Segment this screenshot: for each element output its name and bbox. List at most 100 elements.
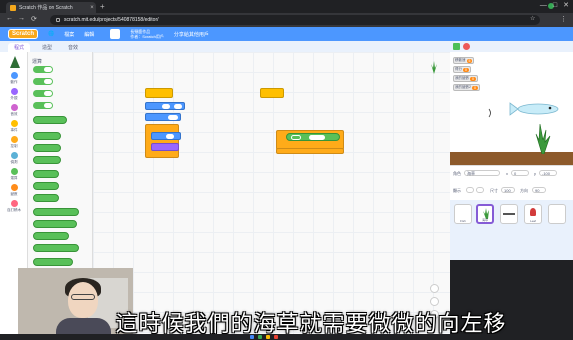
- sprite-tile-name: 海草: [481, 218, 488, 222]
- palette-block[interactable]: [33, 182, 59, 190]
- size-label: 尺寸: [490, 188, 498, 193]
- line-thumb-icon: [503, 213, 515, 215]
- hide-toggle[interactable]: [476, 187, 484, 193]
- category-my-blocks[interactable]: 自訂積木: [0, 200, 28, 213]
- sprite-tile-selected[interactable]: 海草: [476, 204, 494, 224]
- sprite-tile[interactable]: [548, 204, 566, 224]
- y-input[interactable]: -100: [539, 170, 557, 176]
- motion-block[interactable]: [145, 102, 185, 110]
- tab-code[interactable]: 程式: [8, 43, 31, 52]
- motion-block[interactable]: [151, 132, 181, 140]
- operator-block[interactable]: [286, 133, 340, 141]
- palette-block[interactable]: [33, 232, 69, 240]
- sound-dot-icon: [10, 104, 18, 111]
- zoom-out-icon[interactable]: [430, 297, 439, 306]
- x-input[interactable]: 0: [511, 170, 529, 176]
- url-text: scratch.mit.edu/projects/540878158/edito…: [64, 17, 159, 23]
- category-looks[interactable]: 外觀: [0, 88, 28, 101]
- palette-block[interactable]: [33, 170, 59, 178]
- close-tab-icon[interactable]: ×: [88, 5, 96, 11]
- stage[interactable]: 移動速 5 得分 0 我的變數 0 我的變數2 0: [450, 52, 573, 165]
- direction-input[interactable]: 90: [532, 187, 546, 193]
- palette-block[interactable]: [33, 78, 53, 85]
- maximize-button[interactable]: □: [553, 1, 557, 11]
- sprite-thumbnail-icon: [428, 60, 440, 74]
- bookmark-star-icon[interactable]: ☆: [530, 15, 535, 22]
- category-sensing[interactable]: 偵測: [0, 152, 28, 165]
- sprite-tile[interactable]: Leaf: [524, 204, 542, 224]
- palette-block[interactable]: [33, 244, 79, 252]
- code-workspace[interactable]: [93, 52, 450, 340]
- new-tab-button[interactable]: +: [100, 2, 105, 12]
- palette-block[interactable]: [33, 156, 61, 164]
- stop-icon[interactable]: [463, 43, 470, 50]
- block-input: [44, 91, 52, 96]
- edit-menu[interactable]: 編輯: [84, 31, 94, 38]
- motion-block[interactable]: [145, 113, 181, 121]
- taskbar-app-icon[interactable]: [250, 335, 254, 339]
- minimize-button[interactable]: —: [540, 1, 547, 11]
- category-control[interactable]: 控制: [0, 136, 28, 149]
- palette-block[interactable]: [33, 144, 61, 152]
- palette-block[interactable]: [33, 208, 79, 216]
- file-menu[interactable]: 檔案: [64, 31, 74, 38]
- control-dot-icon: [10, 136, 18, 143]
- tab-title: Scratch 作品 on Scratch: [19, 5, 73, 11]
- category-label: 動作: [10, 80, 18, 84]
- sprite-list: Fish 海草 Leaf: [450, 200, 573, 260]
- green-flag-icon[interactable]: [453, 43, 460, 50]
- palette-block[interactable]: [33, 116, 67, 124]
- sprite-label: 角色: [453, 171, 461, 176]
- palette-block[interactable]: [33, 258, 73, 266]
- forever-block[interactable]: [145, 124, 179, 158]
- category-motion[interactable]: 動作: [0, 72, 28, 85]
- tab-costumes[interactable]: 造型: [36, 43, 58, 52]
- category-label: 運算: [10, 176, 18, 180]
- palette-block[interactable]: [33, 90, 53, 97]
- looks-block[interactable]: [151, 143, 179, 151]
- language-menu[interactable]: 🌐: [48, 31, 54, 37]
- seaweed-sprite-icon: [535, 123, 551, 154]
- category-variables[interactable]: 變數: [0, 184, 28, 197]
- scratch-logo[interactable]: Scratch: [8, 29, 39, 39]
- size-input[interactable]: 100: [501, 187, 515, 193]
- variable-name: 我的變數: [455, 76, 469, 80]
- category-label: 事件: [10, 128, 18, 132]
- taskbar-app-icon[interactable]: [266, 335, 270, 339]
- block-input: [44, 103, 52, 108]
- block-input: [174, 104, 182, 109]
- x-label: x: [506, 171, 508, 176]
- palette-block[interactable]: [33, 132, 61, 140]
- taskbar-app-icon[interactable]: [274, 335, 278, 339]
- palette-block[interactable]: [33, 102, 53, 109]
- event-hat-block[interactable]: [260, 88, 284, 98]
- sprite-name-input[interactable]: 海草: [464, 170, 500, 176]
- back-button[interactable]: ←: [6, 15, 13, 22]
- palette-block[interactable]: [33, 194, 59, 202]
- category-sound[interactable]: 音效: [0, 104, 28, 117]
- category-operators[interactable]: 運算: [0, 168, 28, 181]
- category-events[interactable]: 事件: [0, 120, 28, 133]
- show-toggle[interactable]: [466, 187, 474, 193]
- fish-sprite-icon: [509, 102, 559, 116]
- reload-button[interactable]: ⟳: [31, 15, 37, 23]
- palette-block[interactable]: [33, 220, 77, 228]
- sprite-tile[interactable]: [500, 204, 518, 224]
- browser-menu-icon[interactable]: ⋮: [560, 15, 567, 23]
- browser-tab[interactable]: Scratch 作品 on Scratch ×: [6, 2, 96, 13]
- when-flag-block[interactable]: [145, 88, 173, 98]
- taskbar-app-icon[interactable]: [258, 335, 262, 339]
- tab-sounds[interactable]: 音效: [62, 43, 84, 52]
- motion-dot-icon: [10, 72, 18, 79]
- block-input: [291, 135, 301, 140]
- url-field[interactable]: scratch.mit.edu/projects/540878158/edito…: [50, 15, 540, 25]
- scratch-menu-bar: Scratch 🌐 檔案 編輯 長頸鹿作品 作者：Scratch用戶 分享給其他…: [0, 27, 573, 41]
- forward-button[interactable]: →: [18, 15, 25, 22]
- close-window-button[interactable]: ✕: [563, 1, 569, 11]
- palette-block[interactable]: [33, 66, 53, 73]
- show-label: 顯示: [453, 188, 461, 193]
- zoom-in-icon[interactable]: [430, 284, 439, 293]
- sprite-tile[interactable]: Fish: [454, 204, 472, 224]
- share-button[interactable]: 分享給其他用戶: [174, 31, 209, 38]
- sand-floor: [450, 152, 573, 165]
